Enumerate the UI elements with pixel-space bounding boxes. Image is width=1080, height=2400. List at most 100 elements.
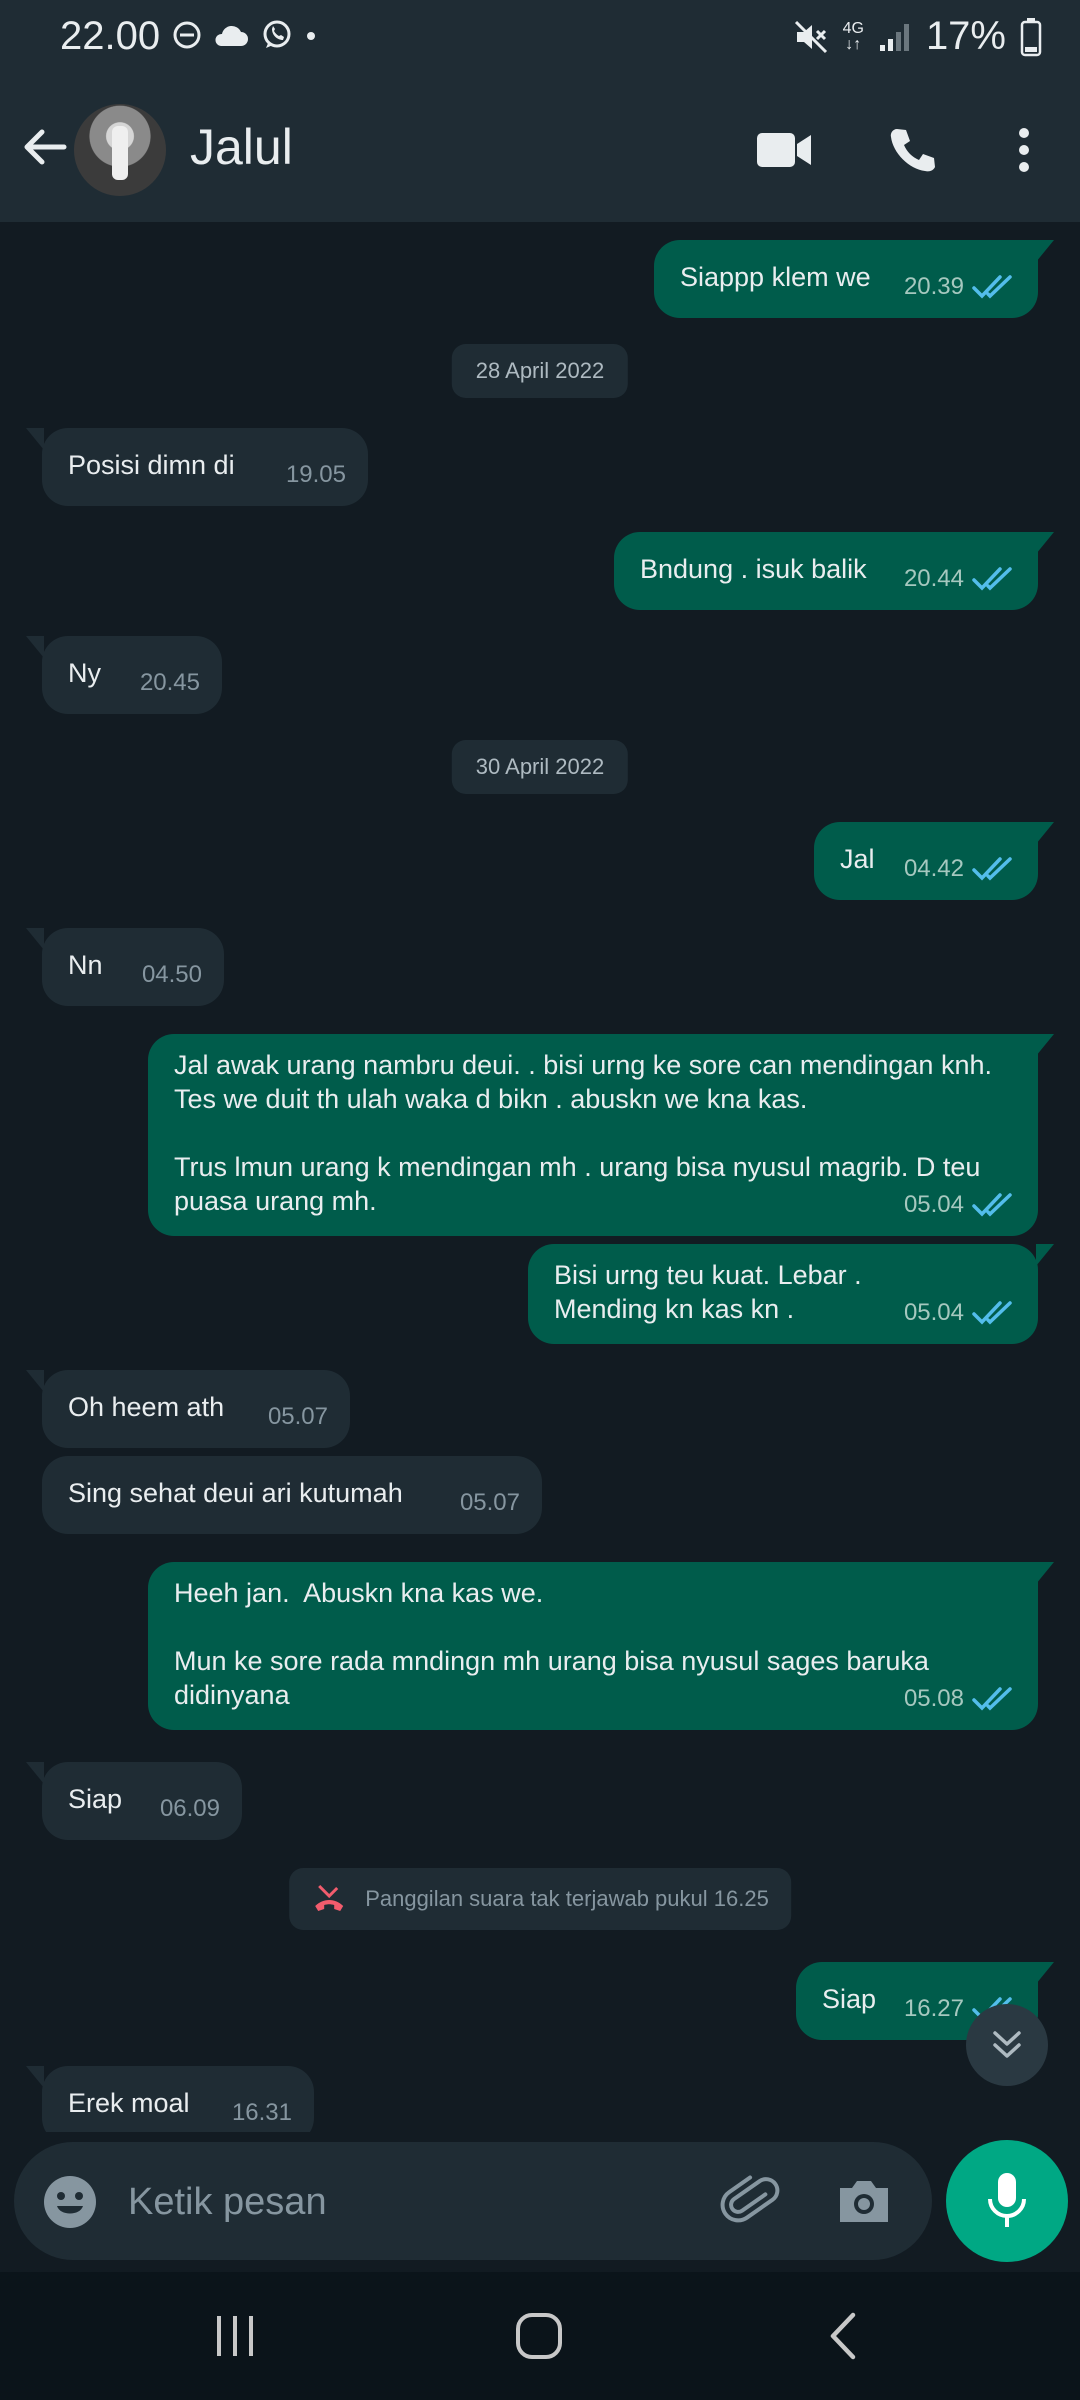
message-time: 05.07 [459,1489,520,1516]
date-separator: 30 April 2022 [451,740,629,794]
message-bubble-incoming[interactable]: Siap 06.09 [26,1762,242,1840]
message-text: Jal awak urang nambru deui. . bisi urng … [174,1050,992,1216]
message-text: Sing sehat deui ari kutumah [68,1478,403,1508]
mute-icon [794,20,827,53]
message-bubble-incoming[interactable]: Sing sehat deui ari kutumah 05.07 [42,1456,542,1534]
more-vert-icon [1019,128,1029,172]
message-bubble-incoming[interactable]: Nn 04.50 [26,928,224,1006]
message-meta: 19.05 [286,458,346,492]
camera-icon [840,2181,888,2222]
message-meta: 05.07 [460,1486,520,1520]
message-composer [14,2142,932,2260]
video-call-icon [757,133,811,167]
home-icon [516,2313,562,2359]
message-time: 16.31 [231,2099,292,2126]
chevron-left-icon [830,2312,856,2360]
status-time: 22.00 [60,14,161,58]
message-time: 19.05 [285,461,346,488]
menu-button[interactable] [986,112,1062,188]
network-type-icon: 4G ↓↑ [842,19,864,53]
recent-apps-button[interactable] [200,2306,270,2366]
message-bubble-incoming[interactable]: Erek moal 16.31 [26,2066,314,2132]
camera-button[interactable] [834,2172,894,2232]
video-call-button[interactable] [746,112,822,188]
emoji-icon [44,2176,96,2228]
message-meta: 06.09 [160,1792,220,1826]
status-system-icons: 4G ↓↑ 17% [793,14,1042,59]
message-bubble-outgoing[interactable]: Jal awak urang nambru deui. . bisi urng … [148,1034,1054,1236]
home-button[interactable] [504,2306,574,2366]
message-input[interactable] [126,2168,690,2236]
double-chevron-down-icon [993,2031,1021,2058]
read-ticks-icon [972,857,1012,881]
message-time: 05.07 [267,1403,328,1430]
back-nav-button[interactable] [808,2306,878,2366]
message-text: Posisi dimn di [68,450,235,480]
read-ticks-icon [972,1301,1012,1325]
signal-icon [879,23,909,51]
phone-icon [890,129,935,172]
message-bubble-incoming[interactable]: Ny 20.45 [26,636,222,714]
message-meta: 16.31 [232,2096,292,2130]
message-time: 20.39 [903,273,964,300]
message-time: 05.04 [903,1299,964,1326]
attach-button[interactable] [720,2170,782,2232]
arrow-left-icon [24,129,67,165]
message-bubble-outgoing[interactable]: Siappp klem we 20.39 [654,240,1054,318]
message-bubble-outgoing[interactable]: Heeh jan. Abuskn kna kas we. Mun ke sore… [148,1562,1054,1730]
message-text: Bndung . isuk balik [640,554,867,584]
message-text: Siappp klem we [680,262,871,292]
message-time: 20.44 [903,565,964,592]
message-text: Siap [68,1784,123,1814]
message-list[interactable]: Siappp klem we 20.39 28 April 2022 Posis… [0,222,1080,2132]
message-time: 04.42 [903,855,964,882]
message-meta: 20.39 [904,270,1016,304]
message-time: 05.04 [903,1191,964,1218]
message-time: 06.09 [159,1795,220,1822]
read-ticks-icon [972,275,1012,299]
voice-call-button[interactable] [874,112,950,188]
message-meta: 04.50 [142,958,202,992]
message-time: 04.50 [141,961,202,988]
missed-call-text: Panggilan suara tak terjawab pukul 16.25 [365,1886,769,1911]
mic-icon [988,2173,1026,2227]
message-bubble-outgoing[interactable]: Bisi urng teu kuat. Lebar . Mending kn k… [528,1244,1054,1344]
recent-apps-icon [217,2316,253,2356]
message-bubble-incoming[interactable]: Posisi dimn di 19.05 [26,428,368,506]
emoji-button[interactable] [42,2174,98,2230]
read-ticks-icon [972,1193,1012,1217]
message-text: Oh heem ath [68,1392,225,1422]
message-text: Heeh jan. Abuskn kna kas we. Mun ke sore… [174,1578,929,1710]
message-time: 05.08 [903,1685,964,1712]
message-meta: 04.42 [904,852,1016,886]
status-bar: 22.00 4G ↓↑ 17% [0,0,1080,76]
message-bubble-outgoing[interactable]: Jal 04.42 [814,822,1054,900]
message-text: Bisi urng teu kuat. Lebar . Mending kn k… [554,1260,862,1324]
read-ticks-icon [972,1687,1012,1711]
status-notification-icons [172,18,318,52]
do-not-disturb-icon [173,21,201,49]
battery-icon [1020,17,1042,56]
read-ticks-icon [972,567,1012,591]
battery-percent: 17% [925,14,1006,58]
scroll-to-bottom-button[interactable] [966,2004,1048,2086]
missed-call-notice[interactable]: Panggilan suara tak terjawab pukul 16.25 [289,1868,791,1930]
cloud-icon [215,25,248,46]
system-navigation-bar [0,2272,1080,2400]
message-meta: 05.08 [904,1682,1016,1716]
whatsapp-icon [263,20,291,48]
avatar[interactable] [74,104,166,196]
paperclip-icon [720,2175,780,2223]
contact-name[interactable]: Jalul [190,118,293,176]
voice-message-button[interactable] [946,2140,1068,2262]
message-meta: 20.45 [140,666,200,700]
message-bubble-incoming[interactable]: Oh heem ath 05.07 [26,1370,350,1448]
message-meta: 05.07 [268,1400,328,1434]
back-button[interactable] [20,122,70,172]
dot-icon [307,32,315,40]
message-bubble-outgoing[interactable]: Bndung . isuk balik 20.44 [614,532,1054,610]
message-text: Siap [822,1984,877,2014]
message-text: Ny [68,658,101,688]
date-separator: 28 April 2022 [451,344,629,398]
message-meta: 20.44 [904,562,1016,596]
